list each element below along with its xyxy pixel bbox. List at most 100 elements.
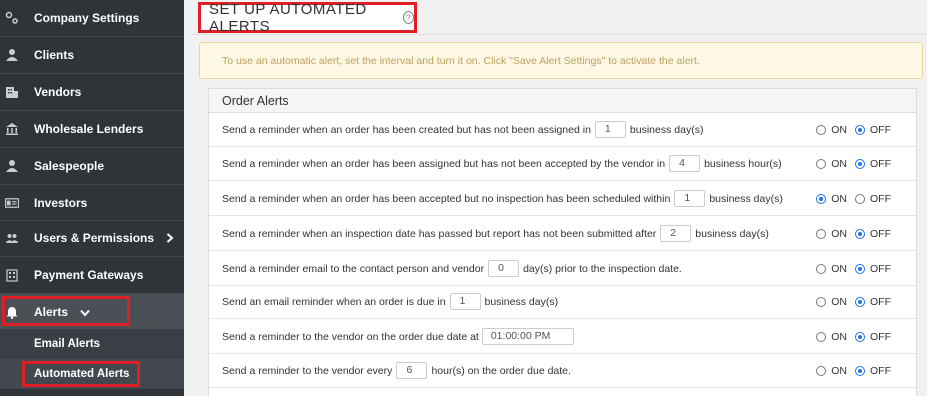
sidebar-item-company-settings[interactable]: Company Settings [0, 0, 184, 36]
off-label: OFF [870, 157, 891, 170]
alert-text: Send a reminder when an inspection date … [222, 227, 657, 240]
sidebar-subitem-email-alerts[interactable]: Email Alerts [0, 329, 184, 359]
sidebar-subitem-automated-alerts[interactable]: Automated Alerts [0, 359, 184, 389]
calculator-icon [5, 268, 19, 282]
sidebar-subitem-label: Automated Alerts [34, 368, 130, 380]
radio-off[interactable] [855, 158, 865, 169]
radio-on[interactable] [816, 228, 827, 239]
sidebar-item-label: Wholesale Lenders [34, 122, 144, 136]
radio-on[interactable] [816, 331, 827, 342]
on-off-toggle: ON OFF [816, 252, 894, 285]
alert-row: Send an email reminder when an order is … [209, 285, 916, 319]
on-off-toggle: ON OFF [816, 354, 894, 387]
sidebar-item-payment-gateways[interactable]: Payment Gateways [0, 257, 184, 293]
on-label: ON [831, 157, 847, 170]
on-label: ON [831, 192, 847, 205]
on-off-toggle: ON OFF [816, 182, 894, 215]
sidebar-item-investors[interactable]: Investors [0, 185, 184, 221]
page-title: SET UP AUTOMATED ALERTS ? [198, 0, 417, 35]
alert-row: Send a reminder email to the contact per… [209, 252, 916, 286]
bank-icon [5, 122, 19, 136]
sidebar-item-label: Investors [34, 196, 88, 210]
radio-off[interactable] [855, 263, 865, 274]
radio-off[interactable] [855, 228, 865, 239]
on-label: ON [831, 295, 847, 308]
building-icon [5, 85, 19, 99]
off-label: OFF [870, 227, 891, 240]
on-label: ON [831, 262, 847, 275]
sidebar-item-label: Clients [34, 48, 75, 62]
sidebar-item-label: Alerts [34, 305, 69, 319]
radio-on[interactable] [816, 158, 827, 169]
on-label: ON [831, 330, 847, 343]
time-input[interactable]: 01:00:00 PM [481, 328, 574, 345]
on-label: ON [831, 123, 847, 136]
alert-unit: business day(s) [709, 192, 783, 205]
off-label: OFF [870, 192, 891, 205]
interval-input[interactable]: 1 [594, 121, 626, 138]
radio-off[interactable] [855, 331, 865, 342]
alert-unit: business day(s) [484, 295, 559, 308]
interval-input[interactable]: 1 [449, 293, 481, 310]
info-notice: To use an automatic alert, set the inter… [199, 42, 923, 79]
alert-unit: hour(s) on the order due date. [431, 364, 571, 377]
sidebar-item-vendors[interactable]: Vendors [0, 74, 184, 110]
chevron-right-icon [166, 230, 174, 246]
alert-unit: business hour(s) [704, 157, 782, 170]
sidebar-item-label: Company Settings [34, 11, 140, 25]
help-icon[interactable]: ? [402, 11, 414, 24]
bell-icon [5, 306, 19, 319]
users-icon [5, 231, 19, 245]
alert-row: Send a reminder to the vendor on the ord… [209, 320, 916, 354]
notice-text: To use an automatic alert, set the inter… [222, 54, 700, 67]
radio-off[interactable] [855, 296, 865, 307]
interval-input[interactable]: 0 [488, 260, 520, 277]
sidebar-item-alerts[interactable]: Alerts [0, 294, 184, 330]
alert-row: Send a reminder when an inspection date … [209, 217, 916, 251]
radio-on[interactable] [816, 263, 827, 274]
on-off-toggle: ON OFF [816, 285, 894, 318]
page-title-text: SET UP AUTOMATED ALERTS [209, 0, 367, 35]
sidebar: Company Settings Clients Vendors Wholesa… [0, 0, 184, 396]
alert-text: Send a reminder when an order has been c… [222, 123, 591, 136]
user-icon [5, 48, 19, 62]
alert-text: Send an email reminder when an order is … [222, 295, 446, 308]
interval-input[interactable]: 4 [669, 155, 701, 172]
order-alerts-panel: Order Alerts Send a reminder when an ord… [208, 88, 917, 396]
alert-text: Send a reminder when an order has been a… [222, 192, 671, 205]
radio-on[interactable] [816, 296, 827, 307]
user-icon [5, 159, 19, 173]
chevron-down-icon [80, 304, 90, 320]
sidebar-item-clients[interactable]: Clients [0, 37, 184, 73]
off-label: OFF [870, 295, 891, 308]
alert-unit: day(s) prior to the inspection date. [523, 262, 682, 275]
sidebar-item-wholesale-lenders[interactable]: Wholesale Lenders [0, 111, 184, 147]
alert-row: Send a reminder to the vendor every 6 ho… [209, 354, 916, 388]
interval-input[interactable]: 6 [396, 362, 428, 379]
sidebar-item-label: Payment Gateways [34, 268, 144, 282]
radio-on[interactable] [816, 193, 827, 204]
alert-row: Send a reminder when an order has been a… [209, 147, 916, 181]
radio-off[interactable] [855, 193, 865, 204]
radio-off[interactable] [855, 365, 865, 376]
off-label: OFF [870, 330, 891, 343]
alert-row: Send a reminder when an order has been c… [209, 113, 916, 147]
sidebar-item-salespeople[interactable]: Salespeople [0, 148, 184, 184]
alert-text: Send a reminder email to the contact per… [222, 262, 485, 275]
sidebar-subitem-label: Email Alerts [34, 338, 101, 350]
off-label: OFF [870, 262, 891, 275]
alert-text: Send a reminder when an order has been a… [222, 157, 666, 170]
radio-on[interactable] [816, 124, 827, 135]
radio-off[interactable] [855, 124, 865, 135]
id-card-icon [5, 196, 19, 210]
off-label: OFF [870, 123, 891, 136]
interval-input[interactable]: 1 [674, 190, 706, 207]
sidebar-item-users-permissions[interactable]: Users & Permissions [0, 220, 184, 256]
on-off-toggle: ON OFF [816, 147, 894, 180]
on-off-toggle: ON OFF [816, 320, 894, 353]
off-label: OFF [870, 364, 891, 377]
alert-unit: business day(s) [695, 227, 769, 240]
radio-on[interactable] [816, 365, 827, 376]
on-off-toggle: ON OFF [816, 113, 894, 146]
interval-input[interactable]: 2 [660, 225, 692, 242]
